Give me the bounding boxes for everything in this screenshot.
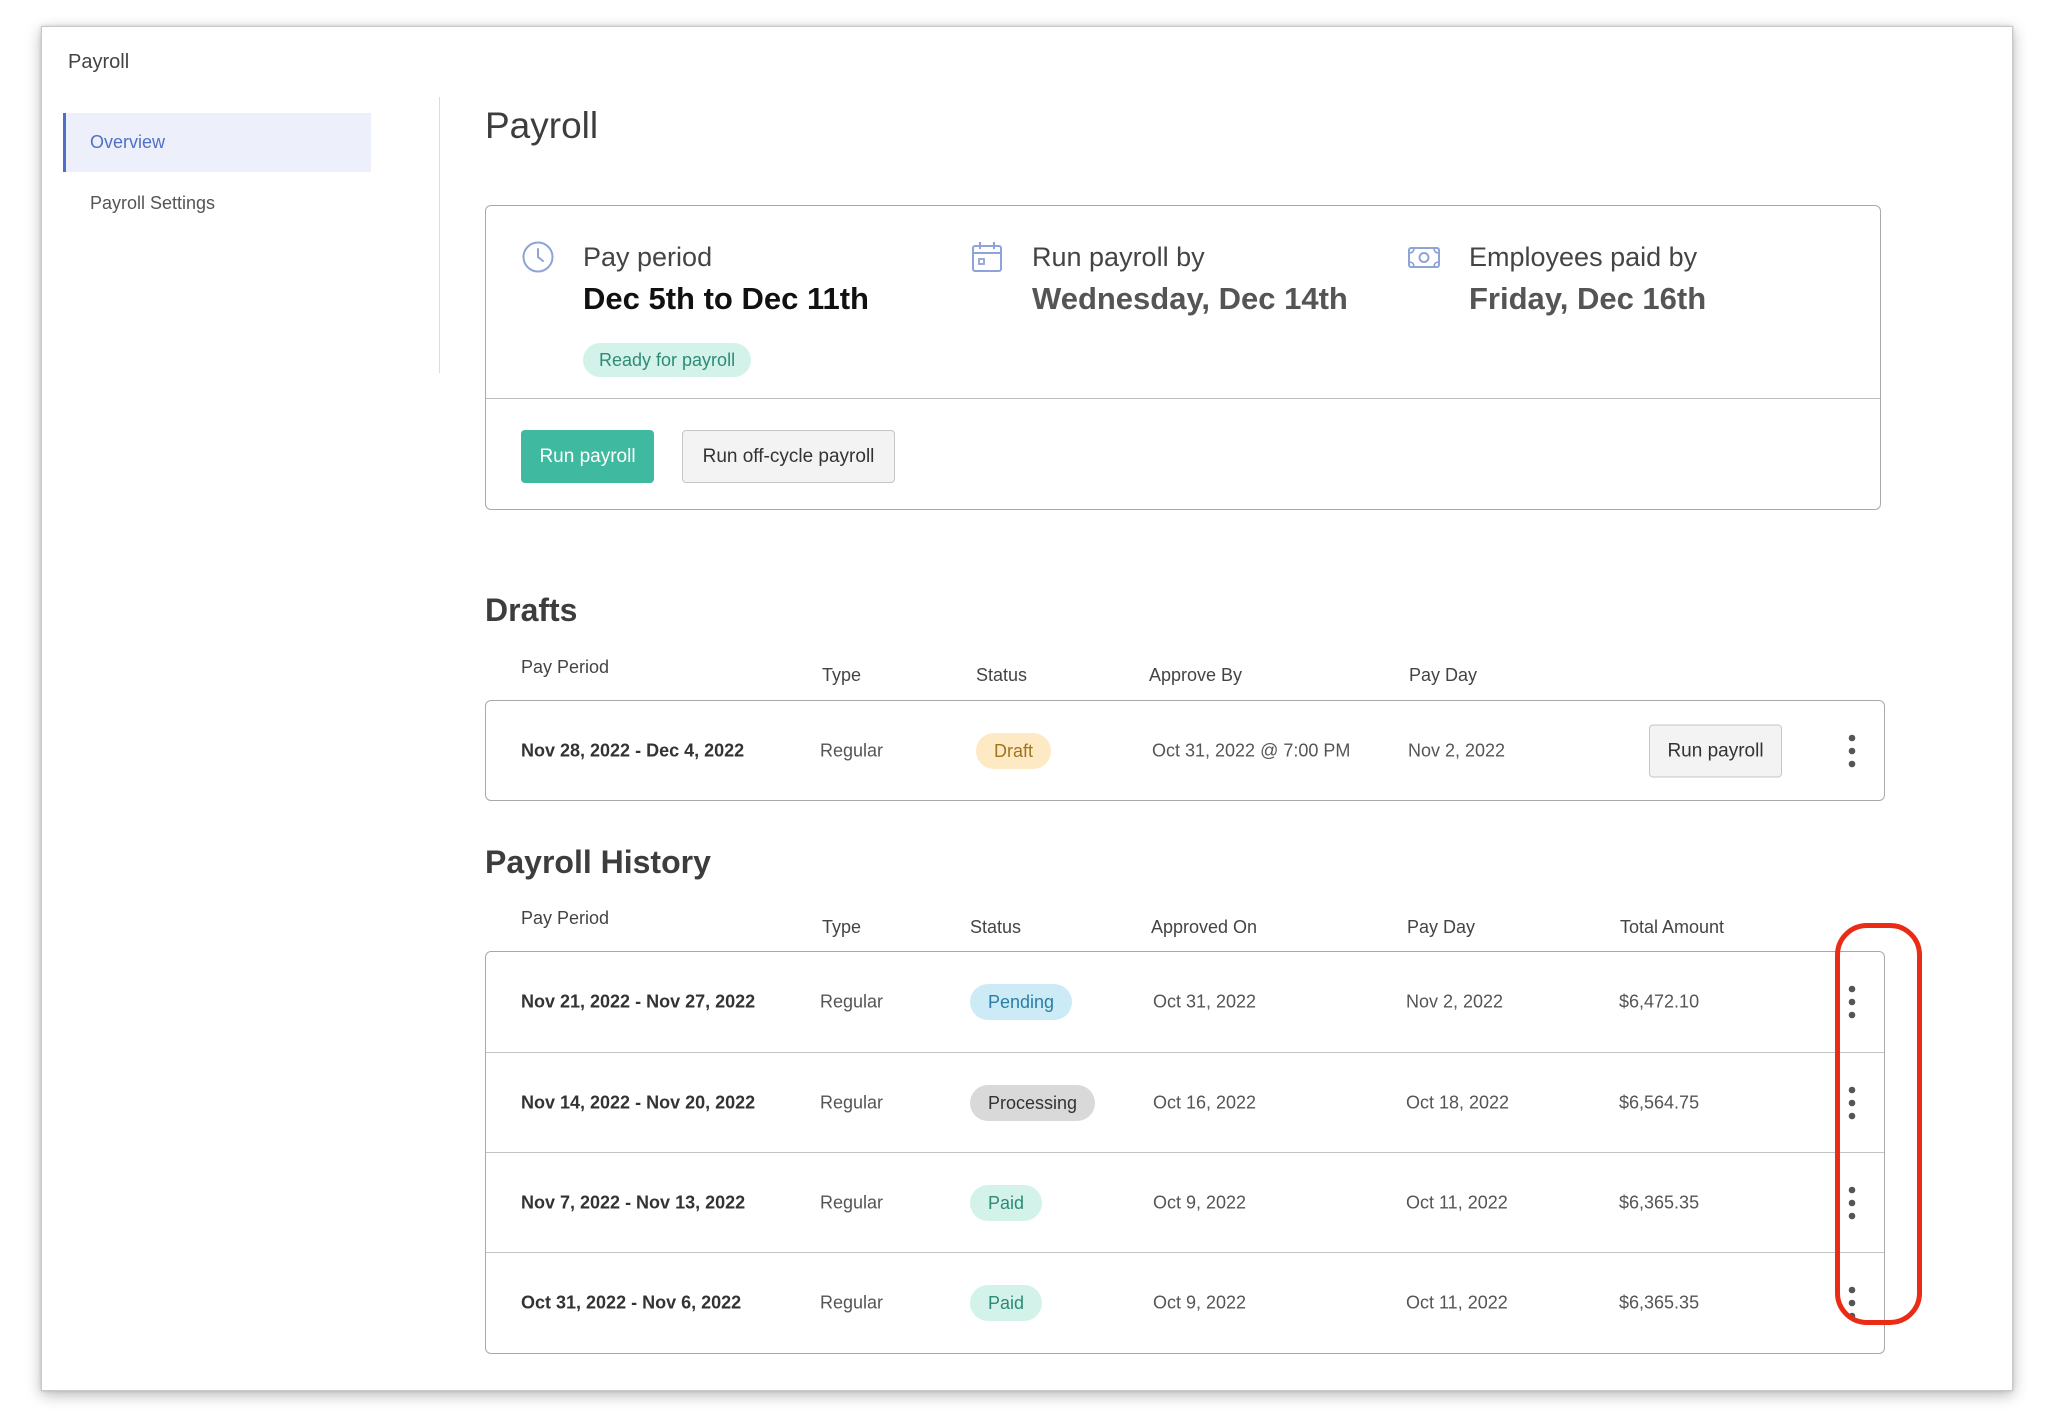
page-title: Payroll [485,105,599,146]
type-cell: Regular [820,1092,884,1112]
drafts-header-type: Type [822,665,862,685]
more-vertical-icon[interactable] [1842,731,1862,771]
total-amount-cell: $6,365.35 [1619,1192,1700,1212]
sidebar-item-payroll-settings[interactable]: Payroll Settings [63,174,371,233]
sidebar: Overview Payroll Settings [63,113,371,233]
drafts-title: Drafts [485,592,578,628]
drafts-table: Nov 28, 2022 - Dec 4, 2022 Regular Draft… [485,700,1885,801]
drafts-header-status: Status [976,665,1028,685]
sidebar-divider [439,97,440,373]
total-amount-cell: $6,472.10 [1619,991,1700,1012]
approved-on-cell: Oct 9, 2022 [1153,1192,1247,1212]
pay-period-label: Pay period [583,242,713,272]
type-cell: Regular [820,740,884,761]
drafts-header-approve-by: Approve By [1149,665,1243,685]
history-header-total-amount: Total Amount [1620,917,1725,937]
table-row: Oct 31, 2022 - Nov 6, 2022 Regular Paid … [486,1252,1884,1352]
history-header-pay-day: Pay Day [1407,917,1476,937]
more-vertical-icon[interactable] [1842,982,1862,1022]
pay-period-cell: Nov 14, 2022 - Nov 20, 2022 [521,1092,756,1112]
pay-day-cell: Oct 11, 2022 [1406,1192,1508,1212]
run-payroll-button[interactable]: Run payroll [521,430,654,483]
pay-period-card: Pay period Dec 5th to Dec 11th Ready for… [485,205,1881,510]
more-vertical-icon[interactable] [1842,1283,1862,1323]
calendar-icon [972,242,1002,272]
more-vertical-icon[interactable] [1842,1083,1862,1123]
status-badge: Pending [970,984,1073,1020]
more-vertical-icon[interactable] [1842,1183,1862,1223]
payroll-history-title: Payroll History [485,844,711,880]
total-amount-cell: $6,564.75 [1619,1092,1700,1112]
type-cell: Regular [820,1292,884,1312]
pay-period-cell: Oct 31, 2022 - Nov 6, 2022 [521,1292,742,1312]
total-amount-cell: $6,365.35 [1619,1292,1700,1312]
app-window: Payroll Overview Payroll Settings Payrol… [41,26,2013,1391]
status-badge: Processing [970,1084,1096,1121]
drafts-header-pay-day: Pay Day [1409,665,1478,685]
approved-on-cell: Oct 31, 2022 [1153,991,1257,1012]
row-run-payroll-button[interactable]: Run payroll [1649,724,1782,778]
pay-period-cell: Nov 28, 2022 - Dec 4, 2022 [521,740,745,761]
ready-status-badge: Ready for payroll [583,343,752,377]
table-row: Nov 7, 2022 - Nov 13, 2022 Regular Paid … [486,1152,1884,1252]
money-icon [1408,247,1440,268]
app-title: Payroll [68,51,130,73]
history-header-pay-period: Pay Period [521,908,610,928]
approved-on-cell: Oct 9, 2022 [1153,1292,1247,1312]
pay-day-cell: Nov 2, 2022 [1406,991,1504,1012]
pay-period-cell: Nov 21, 2022 - Nov 27, 2022 [521,991,756,1012]
pay-day-cell: Nov 2, 2022 [1408,740,1506,761]
run-by-label: Run payroll by [1032,242,1205,272]
table-row: Nov 21, 2022 - Nov 27, 2022 Regular Pend… [486,952,1884,1052]
payroll-history-table: Nov 21, 2022 - Nov 27, 2022 Regular Pend… [485,951,1885,1354]
paid-by-label: Employees paid by [1469,242,1698,272]
table-row: Nov 14, 2022 - Nov 20, 2022 Regular Proc… [486,1052,1884,1152]
history-header-type: Type [822,917,862,937]
clock-icon [522,241,554,273]
sidebar-item-overview[interactable]: Overview [63,113,371,172]
paid-by-value: Friday, Dec 16th [1469,281,1707,316]
pay-period-cell: Nov 7, 2022 - Nov 13, 2022 [521,1192,746,1212]
status-badge: Paid [970,1184,1043,1221]
approved-on-cell: Oct 16, 2022 [1153,1092,1257,1112]
status-badge: Draft [976,733,1052,769]
pay-period-value: Dec 5th to Dec 11th [583,281,869,316]
table-row: Nov 28, 2022 - Dec 4, 2022 Regular Draft… [486,701,1884,801]
history-header-status: Status [970,917,1022,937]
run-by-value: Wednesday, Dec 14th [1032,281,1348,316]
status-badge: Paid [970,1284,1043,1321]
drafts-header-pay-period: Pay Period [521,657,610,677]
pay-day-cell: Oct 11, 2022 [1406,1292,1508,1312]
type-cell: Regular [820,991,884,1012]
history-header-approved-on: Approved On [1151,917,1258,937]
approve-by-cell: Oct 31, 2022 @ 7:00 PM [1152,740,1351,761]
card-divider [486,398,1880,399]
type-cell: Regular [820,1192,884,1212]
run-off-cycle-payroll-button[interactable]: Run off-cycle payroll [682,430,895,483]
pay-day-cell: Oct 18, 2022 [1406,1092,1510,1112]
